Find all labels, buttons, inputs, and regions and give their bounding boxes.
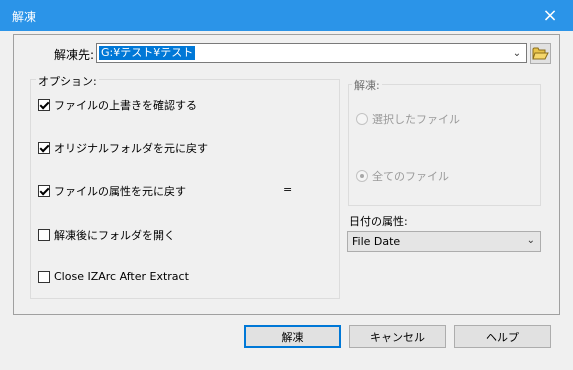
checkbox-box[interactable]: [38, 185, 50, 197]
help-button-label: ヘルプ: [486, 330, 519, 344]
chevron-down-icon: ⌄: [526, 235, 535, 246]
radio-all-files[interactable]: 全てのファイル: [356, 168, 449, 184]
cancel-button[interactable]: キャンセル: [349, 325, 446, 348]
checkbox-box[interactable]: [38, 229, 50, 241]
date-attr-value: File Date: [352, 235, 401, 248]
checkbox-label: ファイルの属性を元に戻す: [54, 185, 186, 198]
checkbox-label: Close IZArc After Extract: [54, 270, 189, 283]
date-attr-label: 日付の属性:: [349, 215, 408, 228]
destination-combobox[interactable]: G:¥テスト¥テスト ⌄: [96, 43, 527, 63]
checkbox-box[interactable]: [38, 99, 50, 111]
close-button[interactable]: ×: [527, 0, 573, 31]
destination-label: 解凍先:: [54, 48, 95, 62]
open-folder-icon: [532, 47, 549, 60]
date-attr-select[interactable]: File Date ⌄: [347, 231, 541, 252]
radio-button[interactable]: [356, 113, 368, 125]
checkbox-label: 解凍後にフォルダを開く: [54, 229, 175, 242]
radio-button[interactable]: [356, 170, 368, 182]
destination-value[interactable]: G:¥テスト¥テスト: [99, 46, 196, 60]
checkbox-box[interactable]: [38, 270, 50, 283]
radio-label: 全てのファイル: [372, 170, 449, 183]
checkbox-box[interactable]: [38, 142, 50, 154]
radio-label: 選択したファイル: [372, 113, 460, 126]
chevron-down-icon[interactable]: ⌄: [508, 44, 526, 62]
extract-button[interactable]: 解凍: [244, 325, 341, 348]
checkbox-open-folder[interactable]: 解凍後にフォルダを開く: [38, 227, 175, 243]
checkbox-label: ファイルの上書きを確認する: [54, 99, 197, 112]
extract-group: [348, 84, 541, 206]
radio-selected-files[interactable]: 選択したファイル: [356, 111, 460, 127]
title-bar[interactable]: 解凍 ×: [0, 0, 573, 31]
window-title: 解凍: [12, 10, 37, 24]
help-button[interactable]: ヘルプ: [454, 325, 551, 348]
extract-dialog: 解凍 × 解凍先: G:¥テスト¥テスト ⌄ オプション: ファイルの上書きを確…: [0, 0, 573, 370]
checkbox-label: オリジナルフォルダを元に戻す: [54, 142, 208, 155]
extra-mark: =: [283, 183, 293, 196]
close-icon: ×: [542, 5, 558, 26]
checkbox-close-izarc[interactable]: Close IZArc After Extract: [38, 270, 189, 283]
checkbox-confirm-overwrite[interactable]: ファイルの上書きを確認する: [38, 97, 197, 113]
extract-button-label: 解凍: [281, 330, 304, 344]
extract-group-label: 解凍:: [352, 77, 382, 93]
checkbox-restore-folders[interactable]: オリジナルフォルダを元に戻す: [38, 140, 208, 156]
options-group-label: オプション:: [36, 73, 99, 89]
cancel-button-label: キャンセル: [370, 330, 425, 344]
checkbox-restore-attributes[interactable]: ファイルの属性を元に戻す: [38, 183, 186, 199]
browse-folder-button[interactable]: [530, 43, 551, 64]
